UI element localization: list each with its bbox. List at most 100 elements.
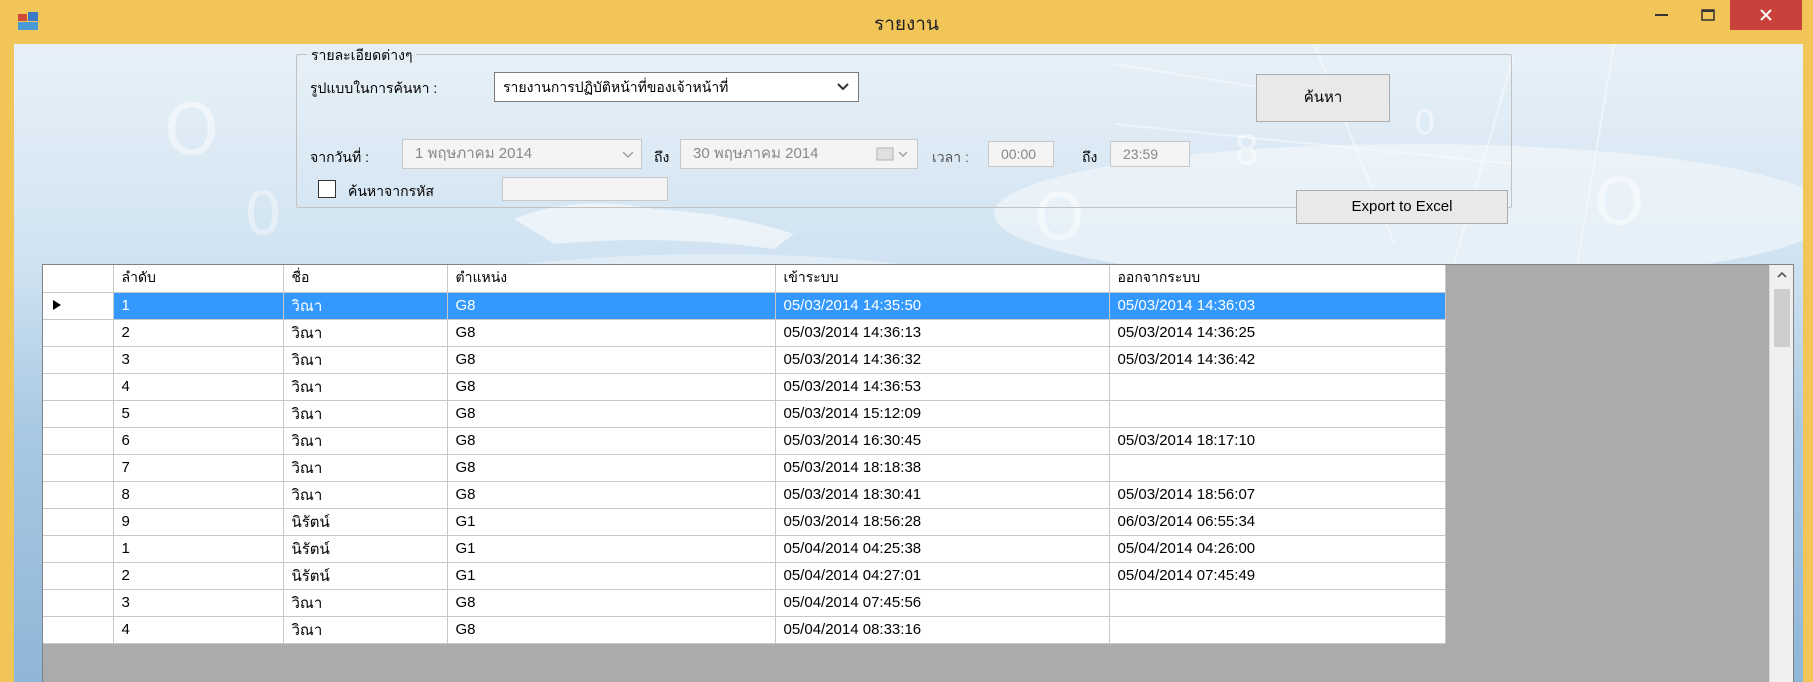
table-cell-logout[interactable]: 05/03/2014 18:56:07: [1109, 481, 1446, 509]
table-row[interactable]: 4 วิณา G8 05/03/2014 14:36:53: [43, 373, 1446, 401]
row-header[interactable]: [43, 373, 114, 401]
time-from-input[interactable]: 00:00: [988, 141, 1054, 167]
table-cell-position[interactable]: G8: [447, 616, 776, 644]
table-cell-logout[interactable]: [1109, 589, 1446, 617]
table-cell-position[interactable]: G8: [447, 319, 776, 347]
table-cell-logout[interactable]: [1109, 373, 1446, 401]
table-cell-login[interactable]: 05/03/2014 15:12:09: [775, 400, 1110, 428]
title-bar[interactable]: รายงาน: [0, 0, 1813, 44]
table-cell-name[interactable]: วิณา: [283, 616, 448, 644]
row-header[interactable]: [43, 319, 114, 347]
table-cell-name[interactable]: นิรัตน์: [283, 535, 448, 563]
minimize-button[interactable]: [1640, 0, 1684, 30]
table-cell-position[interactable]: G8: [447, 373, 776, 401]
table-cell-name[interactable]: วิณา: [283, 373, 448, 401]
table-cell-login[interactable]: 05/03/2014 14:36:53: [775, 373, 1110, 401]
table-cell-no[interactable]: 1: [113, 292, 284, 320]
table-cell-name[interactable]: นิรัตน์: [283, 562, 448, 590]
row-header[interactable]: [43, 616, 114, 644]
table-row[interactable]: 3 วิณา G8 05/04/2014 07:45:56: [43, 589, 1446, 617]
table-row[interactable]: 4 วิณา G8 05/04/2014 08:33:16: [43, 616, 1446, 644]
table-cell-logout[interactable]: 05/03/2014 14:36:25: [1109, 319, 1446, 347]
table-cell-logout[interactable]: 05/03/2014 14:36:42: [1109, 346, 1446, 374]
row-header-corner[interactable]: [43, 265, 114, 293]
table-cell-login[interactable]: 05/04/2014 04:25:38: [775, 535, 1110, 563]
column-header-no[interactable]: ลำดับ: [113, 265, 284, 293]
maximize-button[interactable]: [1686, 0, 1730, 30]
column-header-login[interactable]: เข้าระบบ: [775, 265, 1110, 293]
code-input[interactable]: [502, 177, 668, 201]
table-cell-no[interactable]: 2: [113, 319, 284, 347]
table-cell-name[interactable]: วิณา: [283, 454, 448, 482]
table-row[interactable]: 1 วิณา G8 05/03/2014 14:35:50 05/03/2014 14:…: [43, 292, 1446, 320]
table-cell-login[interactable]: 05/03/2014 14:36:32: [775, 346, 1110, 374]
table-cell-login[interactable]: 05/04/2014 08:33:16: [775, 616, 1110, 644]
table-cell-login[interactable]: 05/03/2014 14:36:13: [775, 319, 1110, 347]
table-cell-login[interactable]: 05/04/2014 04:27:01: [775, 562, 1110, 590]
table-cell-login[interactable]: 05/04/2014 07:45:56: [775, 589, 1110, 617]
table-row[interactable]: 7 วิณา G8 05/03/2014 18:18:38: [43, 454, 1446, 482]
table-cell-logout[interactable]: 05/04/2014 07:45:49: [1109, 562, 1446, 590]
table-cell-no[interactable]: 5: [113, 400, 284, 428]
scroll-up-button[interactable]: [1770, 265, 1793, 287]
table-row[interactable]: 2 นิรัตน์ G1 05/04/2014 04:27:01 05/04/2014 …: [43, 562, 1446, 590]
row-header[interactable]: [43, 481, 114, 509]
table-cell-name[interactable]: วิณา: [283, 589, 448, 617]
table-cell-no[interactable]: 3: [113, 589, 284, 617]
table-cell-position[interactable]: G8: [447, 400, 776, 428]
table-cell-no[interactable]: 4: [113, 616, 284, 644]
table-cell-no[interactable]: 9: [113, 508, 284, 536]
table-cell-no[interactable]: 3: [113, 346, 284, 374]
column-header-position[interactable]: ตำแหน่ง: [447, 265, 776, 293]
column-header-logout[interactable]: ออกจากระบบ: [1109, 265, 1446, 293]
report-data-grid[interactable]: ลำดับ ชื่อ ตำแหน่ง เข้าระบบ ออกจากระบบ 1…: [42, 264, 1794, 682]
search-by-code-checkbox[interactable]: [318, 180, 336, 198]
table-cell-logout[interactable]: [1109, 400, 1446, 428]
table-row[interactable]: 5 วิณา G8 05/03/2014 15:12:09: [43, 400, 1446, 428]
table-cell-position[interactable]: G8: [447, 589, 776, 617]
table-row[interactable]: 8 วิณา G8 05/03/2014 18:30:41 05/03/2014 18:…: [43, 481, 1446, 509]
table-cell-position[interactable]: G8: [447, 427, 776, 455]
from-date-picker[interactable]: 1 พฤษภาคม 2014: [402, 139, 642, 169]
table-cell-name[interactable]: วิณา: [283, 319, 448, 347]
to-date-picker[interactable]: 30 พฤษภาคม 2014: [680, 139, 918, 169]
time-to-input[interactable]: 23:59: [1110, 141, 1190, 167]
row-header[interactable]: [43, 508, 114, 536]
table-cell-no[interactable]: 2: [113, 562, 284, 590]
table-cell-name[interactable]: วิณา: [283, 292, 448, 320]
export-to-excel-button[interactable]: Export to Excel: [1296, 190, 1508, 224]
table-cell-position[interactable]: G1: [447, 508, 776, 536]
row-header[interactable]: [43, 400, 114, 428]
table-cell-position[interactable]: G8: [447, 454, 776, 482]
table-cell-no[interactable]: 1: [113, 535, 284, 563]
table-cell-logout[interactable]: [1109, 616, 1446, 644]
table-cell-position[interactable]: G1: [447, 535, 776, 563]
row-header[interactable]: [43, 535, 114, 563]
table-cell-logout[interactable]: [1109, 454, 1446, 482]
table-cell-position[interactable]: G8: [447, 292, 776, 320]
table-cell-login[interactable]: 05/03/2014 18:18:38: [775, 454, 1110, 482]
table-cell-logout[interactable]: 05/03/2014 14:36:03: [1109, 292, 1446, 320]
vertical-scrollbar[interactable]: [1769, 265, 1793, 682]
table-cell-no[interactable]: 4: [113, 373, 284, 401]
table-cell-no[interactable]: 7: [113, 454, 284, 482]
table-row[interactable]: 6 วิณา G8 05/03/2014 16:30:45 05/03/2014 18:…: [43, 427, 1446, 455]
table-cell-login[interactable]: 05/03/2014 14:35:50: [775, 292, 1110, 320]
table-row[interactable]: 1 นิรัตน์ G1 05/04/2014 04:25:38 05/04/2014 …: [43, 535, 1446, 563]
row-header[interactable]: [43, 589, 114, 617]
table-row[interactable]: 2 วิณา G8 05/03/2014 14:36:13 05/03/2014 14:…: [43, 319, 1446, 347]
table-cell-name[interactable]: วิณา: [283, 427, 448, 455]
column-header-name[interactable]: ชื่อ: [283, 265, 448, 293]
table-cell-login[interactable]: 05/03/2014 16:30:45: [775, 427, 1110, 455]
table-cell-logout[interactable]: 05/04/2014 04:26:00: [1109, 535, 1446, 563]
table-cell-no[interactable]: 8: [113, 481, 284, 509]
table-cell-position[interactable]: G8: [447, 481, 776, 509]
table-cell-name[interactable]: วิณา: [283, 346, 448, 374]
search-type-select[interactable]: รายงานการปฏิบัติหน้าที่ของเจ้าหน้าที่: [494, 72, 859, 102]
table-cell-position[interactable]: G1: [447, 562, 776, 590]
table-cell-logout[interactable]: 05/03/2014 18:17:10: [1109, 427, 1446, 455]
table-cell-login[interactable]: 05/03/2014 18:56:28: [775, 508, 1110, 536]
row-header[interactable]: [43, 562, 114, 590]
table-row[interactable]: 3 วิณา G8 05/03/2014 14:36:32 05/03/2014 14:…: [43, 346, 1446, 374]
table-cell-name[interactable]: นิรัตน์: [283, 508, 448, 536]
